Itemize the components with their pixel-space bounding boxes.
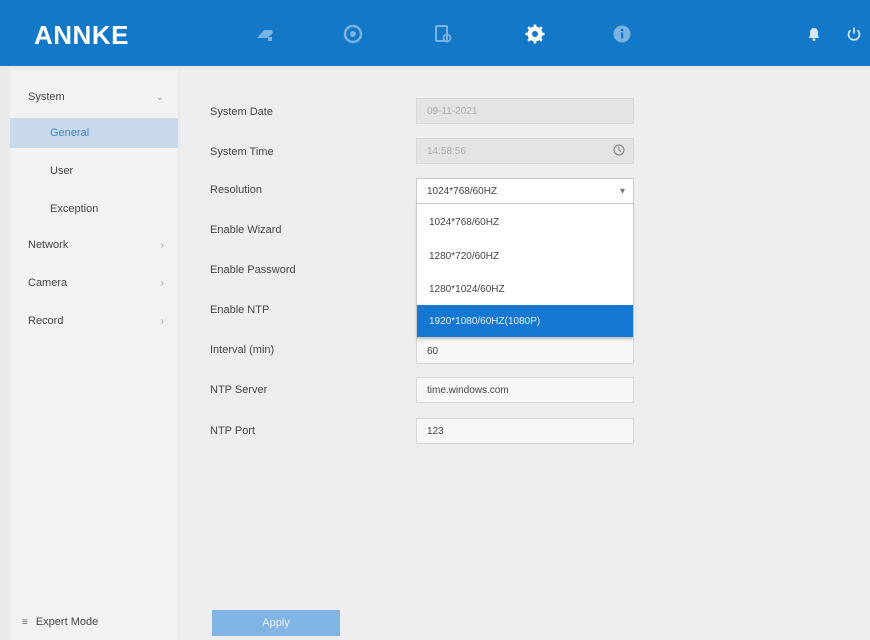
sidebar-item-label: System <box>28 91 65 103</box>
sidebar-item-exception[interactable]: Exception <box>10 194 178 224</box>
sidebar-item-label: General <box>50 127 90 139</box>
resolution-option[interactable]: 1280*720/60HZ <box>417 240 633 272</box>
resolution-value: 1024*768/60HZ <box>427 185 498 197</box>
system-time-value: 14:58:56 <box>427 145 466 157</box>
enable-ntp-label: Enable NTP <box>210 304 270 316</box>
sidebar-item-record[interactable]: Record › <box>10 306 178 336</box>
sidebar-item-network[interactable]: Network › <box>10 230 178 260</box>
bell-icon[interactable] <box>806 26 822 42</box>
expert-mode-toggle[interactable]: ≡ Expert Mode <box>22 616 98 628</box>
configuration-icon[interactable] <box>525 24 545 44</box>
chevron-down-icon: ⌄ <box>155 91 164 103</box>
chevron-right-icon: › <box>160 239 164 251</box>
dropdown-arrow-icon: ▾ <box>619 185 625 197</box>
resolution-option[interactable]: 1280*1024/60HZ <box>417 273 633 305</box>
expert-mode-label: Expert Mode <box>35 616 99 628</box>
sidebar-item-user[interactable]: User <box>10 156 178 186</box>
sliders-icon: ≡ <box>22 616 28 628</box>
resolution-dropdown-list: 1024*768/60HZ 1280*720/60HZ 1280*1024/60… <box>416 203 634 338</box>
clock-icon[interactable] <box>613 144 625 159</box>
resolution-select[interactable]: 1024*768/60HZ ▾ <box>416 178 634 204</box>
apply-button[interactable]: Apply <box>212 610 340 636</box>
sidebar-item-label: Record <box>28 315 64 327</box>
file-management-icon[interactable] <box>433 24 453 44</box>
sidebar-item-label: User <box>50 165 74 177</box>
system-date-value: 09-11-2021 <box>427 105 478 117</box>
interval-label: Interval (min) <box>210 344 275 356</box>
annke-logo: ANNKE <box>34 20 129 50</box>
resolution-option[interactable]: 1024*768/60HZ <box>417 206 633 238</box>
sidebar-item-label: Exception <box>50 203 99 215</box>
sidebar-item-system[interactable]: System ⌄ <box>10 82 178 112</box>
enable-password-label: Enable Password <box>210 264 296 276</box>
sidebar-item-label: Camera <box>28 277 68 289</box>
system-time-label: System Time <box>210 146 274 158</box>
enable-wizard-label: Enable Wizard <box>210 224 282 236</box>
live-view-icon[interactable] <box>255 24 275 44</box>
info-icon[interactable] <box>612 24 632 44</box>
ntp-port-value: 123 <box>427 425 444 437</box>
resolution-label: Resolution <box>210 184 262 196</box>
sidebar: System ⌄ General User Exception Network … <box>10 70 178 640</box>
interval-input[interactable]: 60 <box>416 338 634 364</box>
top-bar: ANNKE <box>0 0 870 66</box>
sidebar-item-general[interactable]: General <box>10 118 178 148</box>
general-settings-panel: System Date 09-11-2021 System Time 14:58… <box>180 70 870 640</box>
ntp-server-label: NTP Server <box>210 384 268 396</box>
ntp-server-input[interactable]: time.windows.com <box>416 377 634 403</box>
ntp-port-input[interactable]: 123 <box>416 418 634 444</box>
system-date-label: System Date <box>210 106 273 118</box>
chevron-right-icon: › <box>160 277 164 289</box>
system-time-field[interactable]: 14:58:56 <box>416 138 634 164</box>
chevron-right-icon: › <box>160 315 164 327</box>
ntp-server-value: time.windows.com <box>427 384 509 396</box>
sidebar-item-label: Network <box>28 239 69 251</box>
system-date-field[interactable]: 09-11-2021 <box>416 98 634 124</box>
sidebar-item-camera[interactable]: Camera › <box>10 268 178 298</box>
power-icon[interactable] <box>846 26 862 42</box>
resolution-option-highlighted[interactable]: 1920*1080/60HZ(1080P) <box>417 305 633 337</box>
playback-icon[interactable] <box>343 24 363 44</box>
ntp-port-label: NTP Port <box>210 425 256 437</box>
interval-value: 60 <box>427 345 439 357</box>
